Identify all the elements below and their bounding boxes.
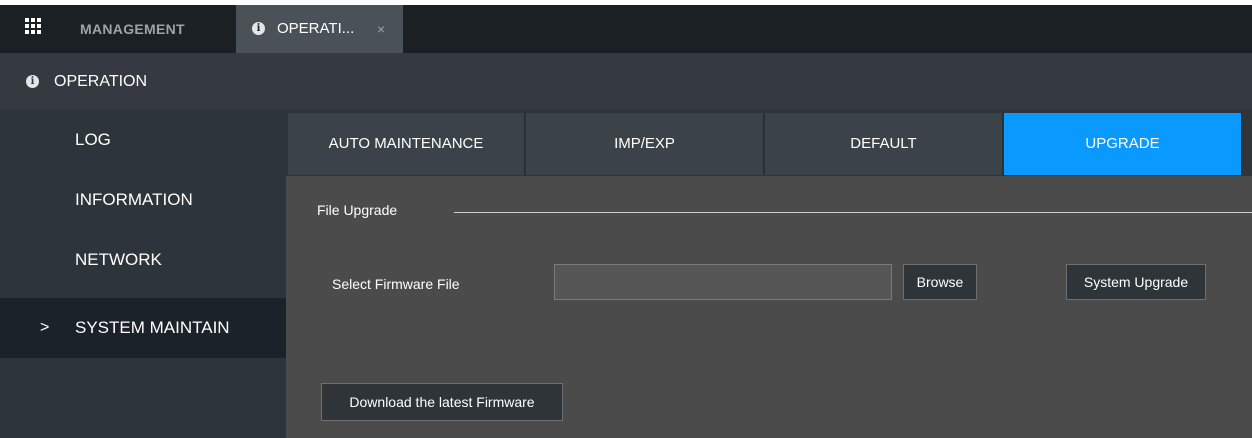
- download-firmware-button[interactable]: Download the latest Firmware: [321, 383, 563, 421]
- page-header: i OPERATION: [0, 53, 1252, 110]
- maintain-tabs: AUTO MAINTENANCE IMP/EXP DEFAULT UPGRADE: [286, 110, 1252, 176]
- top-tab-bar: MANAGEMENT i OPERATI... ×: [0, 5, 1252, 53]
- sidebar-item-log[interactable]: LOG: [0, 110, 286, 170]
- tab-operation-label: OPERATI...: [277, 20, 355, 37]
- tab-operation[interactable]: i OPERATI... ×: [236, 5, 403, 53]
- chevron-right-icon: >: [40, 319, 50, 336]
- tab-default[interactable]: DEFAULT: [765, 113, 1003, 175]
- section-divider: [454, 212, 1252, 213]
- close-icon[interactable]: ×: [377, 5, 385, 53]
- management-tab[interactable]: MANAGEMENT: [80, 5, 185, 53]
- section-title: File Upgrade: [317, 202, 398, 218]
- tab-upgrade[interactable]: UPGRADE: [1004, 113, 1242, 175]
- grid-menu-icon[interactable]: [25, 18, 41, 34]
- sidebar-item-label: INFORMATION: [75, 190, 193, 209]
- firmware-file-label: Select Firmware File: [332, 276, 460, 292]
- tab-imp-exp[interactable]: IMP/EXP: [526, 113, 764, 175]
- tab-auto-maintenance[interactable]: AUTO MAINTENANCE: [288, 113, 525, 175]
- firmware-file-input[interactable]: [554, 264, 892, 300]
- browse-button[interactable]: Browse: [903, 264, 977, 300]
- main-content: AUTO MAINTENANCE IMP/EXP DEFAULT UPGRADE…: [286, 110, 1252, 438]
- info-icon: i: [26, 75, 39, 88]
- sidebar-item-information[interactable]: INFORMATION: [0, 170, 286, 230]
- sidebar-item-label: LOG: [75, 130, 111, 149]
- sidebar-item-label: NETWORK: [75, 250, 162, 269]
- sidebar: LOG INFORMATION NETWORK > SYSTEM MAINTAI…: [0, 110, 286, 438]
- info-icon: i: [252, 22, 265, 35]
- system-upgrade-button[interactable]: System Upgrade: [1066, 264, 1206, 300]
- page-title: OPERATION: [54, 73, 148, 90]
- sidebar-item-system-maintain[interactable]: > SYSTEM MAINTAIN: [0, 298, 286, 358]
- sidebar-item-network[interactable]: NETWORK: [0, 230, 286, 290]
- sidebar-item-label: SYSTEM MAINTAIN: [75, 318, 230, 337]
- app-window: MANAGEMENT i OPERATI... × i OPERATION LO…: [0, 5, 1252, 438]
